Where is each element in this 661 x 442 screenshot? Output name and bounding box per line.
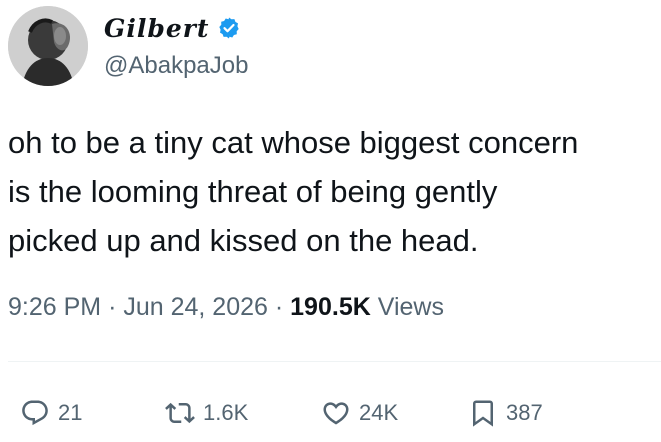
author-name-row: Gilbert <box>104 10 241 46</box>
tweet-meta: 9:26 PM · Jun 24, 2026 · 190.5K Views <box>8 293 444 322</box>
user-handle[interactable]: @AbakpaJob <box>104 52 248 80</box>
meta-separator: · <box>274 293 291 321</box>
tweet-text-line: oh to be a tiny cat whose biggest concer… <box>8 125 579 160</box>
reply-icon <box>20 398 50 428</box>
tweet-text-line: is the looming threat of being gently <box>8 174 498 209</box>
tweet-card: Gilbert @AbakpaJob oh to be a tiny cat w… <box>0 0 661 442</box>
heart-icon <box>321 398 351 428</box>
tweet-text-line: picked up and kissed on the head. <box>8 223 479 258</box>
post-date[interactable]: Jun 24, 2026 <box>123 293 268 321</box>
bookmark-button[interactable]: 387 <box>468 394 543 432</box>
retweet-count: 1.6K <box>203 400 249 425</box>
tweet-text: oh to be a tiny cat whose biggest concer… <box>8 118 658 265</box>
bookmark-count: 387 <box>506 400 543 425</box>
retweet-button[interactable]: 1.6K <box>165 394 248 432</box>
post-time[interactable]: 9:26 PM <box>8 293 101 321</box>
display-name[interactable]: Gilbert <box>104 14 209 43</box>
views-label: Views <box>377 293 444 321</box>
like-button[interactable]: 24K <box>321 394 398 432</box>
avatar[interactable] <box>8 6 88 86</box>
views-count: 190.5K <box>290 293 371 321</box>
like-count: 24K <box>359 400 399 425</box>
verified-badge-icon <box>217 16 241 40</box>
divider <box>8 361 661 362</box>
avatar-photo <box>8 6 88 86</box>
bookmark-icon <box>468 398 498 428</box>
reply-button[interactable]: 21 <box>20 394 82 432</box>
meta-separator: · <box>108 293 124 321</box>
retweet-icon <box>165 398 195 428</box>
reply-count: 21 <box>58 400 83 425</box>
